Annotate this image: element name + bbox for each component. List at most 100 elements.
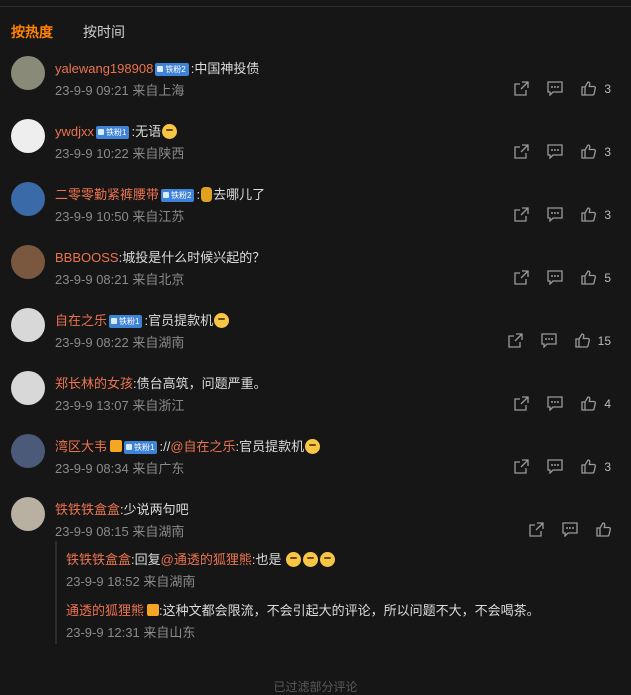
like-count: 15 [597,333,611,348]
like-count: 4 [604,396,611,411]
comment-meta: 23-9-9 08:22 来自湖南 [55,335,185,350]
avatar[interactable] [11,182,45,216]
avatar[interactable] [11,56,45,90]
comment-icon [547,81,563,96]
share-icon [514,396,529,411]
tab-by-time[interactable]: 按时间 [83,22,125,42]
like-button[interactable]: 3 [581,459,611,474]
comment-button[interactable] [547,396,563,411]
thumbs-up-icon [581,207,597,222]
like-button[interactable]: 15 [574,333,611,348]
like-button[interactable]: 3 [581,81,611,96]
comment-item: 湾区大韦 铁粉1://@自在之乐:官员提款机 23-9-9 08:34 来自广东 3 [0,434,631,497]
like-button[interactable] [596,522,611,537]
comment-username[interactable]: yalewang198908 [55,61,153,76]
fan-badge-text: 铁粉2 [165,65,186,74]
share-button[interactable] [514,396,529,411]
comment-icon [547,270,563,285]
share-button[interactable] [514,459,529,474]
share-button[interactable] [514,270,529,285]
avatar[interactable] [11,119,45,153]
comment-text: :官员提款机 [144,313,214,328]
avatar[interactable] [11,245,45,279]
comment-button[interactable] [547,81,563,96]
reply-username[interactable]: 铁铁铁盒盒 [66,552,131,567]
reply-username[interactable]: 通透的狐狸熊 [66,603,144,618]
comment-item: ywdjxx 铁粉1:无语 23-9-9 10:22 来自陕西 3 [0,119,631,182]
comment-username[interactable]: 郑长林的女孩 [55,376,133,391]
like-button[interactable]: 3 [581,144,611,159]
comment-text: :无语 [131,124,162,139]
badge-icon [163,192,170,198]
comment-username[interactable]: 二零零勤紧裤腰带 [55,187,159,202]
reply-text: :这种文都会限流，不会引起大的评论，所以问题不大，不会喝茶。 [159,603,540,618]
thumbs-up-icon [581,396,597,411]
comment-icon [540,333,557,348]
crown-icon [110,440,123,452]
comment-text-continued: 去哪儿了 [213,187,266,202]
emoji-icon [214,313,230,328]
comment-username[interactable]: 自在之乐 [55,313,107,328]
filtered-notice: 已过滤部分评论 [273,680,358,694]
comment-username[interactable]: 湾区大韦 [55,439,107,454]
share-icon [514,81,529,96]
comment-text-line: ywdjxx 铁粉1:无语 [55,121,178,140]
comment-button[interactable] [547,207,563,222]
share-button[interactable] [529,522,544,537]
like-count: 3 [604,459,611,474]
fan-badge-text: 铁粉1 [119,317,140,326]
reply-meta: 23-9-9 12:31 来自山东 [66,625,196,640]
comment-button[interactable] [540,333,557,348]
top-divider [0,6,631,7]
share-button[interactable] [514,144,529,159]
reply-text: :也是 [251,552,282,567]
comment-text: :债台高筑，问题严重。 [133,376,267,391]
comment-actions: 15 [490,332,611,349]
comment-button[interactable] [547,459,563,474]
comment-username[interactable]: ywdjxx [55,124,94,139]
reply-text-line: 通透的狐狸熊 :这种文都会限流，不会引起大的评论，所以问题不大，不会喝茶。 [66,600,540,619]
reply-mention[interactable]: @通透的狐狸熊 [161,552,252,567]
comment-button[interactable] [547,270,563,285]
reply-text-line: 铁铁铁盒盒:回复@通透的狐狸熊:也是 [66,549,336,568]
comment-username[interactable]: 铁铁铁盒盒 [55,502,120,517]
comment-text-line: 二零零勤紧裤腰带 铁粉2: 去哪儿了 [55,184,265,203]
comment-text-continued: :官员提款机 [235,439,305,454]
thumbs-up-icon [574,333,590,348]
like-button[interactable]: 4 [581,396,611,411]
comment-button[interactable] [547,144,563,159]
comment-actions: 4 [496,395,611,412]
comment-button[interactable] [562,522,578,537]
comment-icon [547,396,563,411]
comment-mention[interactable]: @自在之乐 [170,439,235,454]
comment-icon [547,459,563,474]
comment-text-line: 自在之乐 铁粉1 :官员提款机 [55,310,230,329]
crown-icon [147,604,160,616]
like-count: 3 [604,207,611,222]
avatar[interactable] [11,434,45,468]
avatar[interactable] [11,497,45,531]
thumbs-up-icon [581,81,597,96]
comment-actions: 3 [496,143,611,160]
share-icon [514,270,529,285]
share-icon [514,459,529,474]
comment-username[interactable]: BBBOOSS [55,250,119,265]
like-count: 3 [604,144,611,159]
fan-badge: 铁粉1 [124,441,158,454]
share-button[interactable] [514,207,529,222]
comment-actions: 3 [496,206,611,223]
like-button[interactable]: 3 [581,207,611,222]
thumbs-up-icon [596,522,611,537]
tab-by-hot[interactable]: 按热度 [11,22,53,42]
share-button[interactable] [507,333,523,348]
share-button[interactable] [514,81,529,96]
emoji-icon [303,552,319,567]
like-button[interactable]: 5 [581,270,611,285]
avatar[interactable] [11,308,45,342]
thumbs-up-icon [581,144,597,159]
reply-meta: 23-9-9 18:52 来自湖南 [66,574,196,589]
avatar[interactable] [11,371,45,405]
badge-icon [157,66,164,72]
comment-meta: 23-9-9 08:15 来自湖南 [55,524,185,539]
comment-icon [547,144,563,159]
